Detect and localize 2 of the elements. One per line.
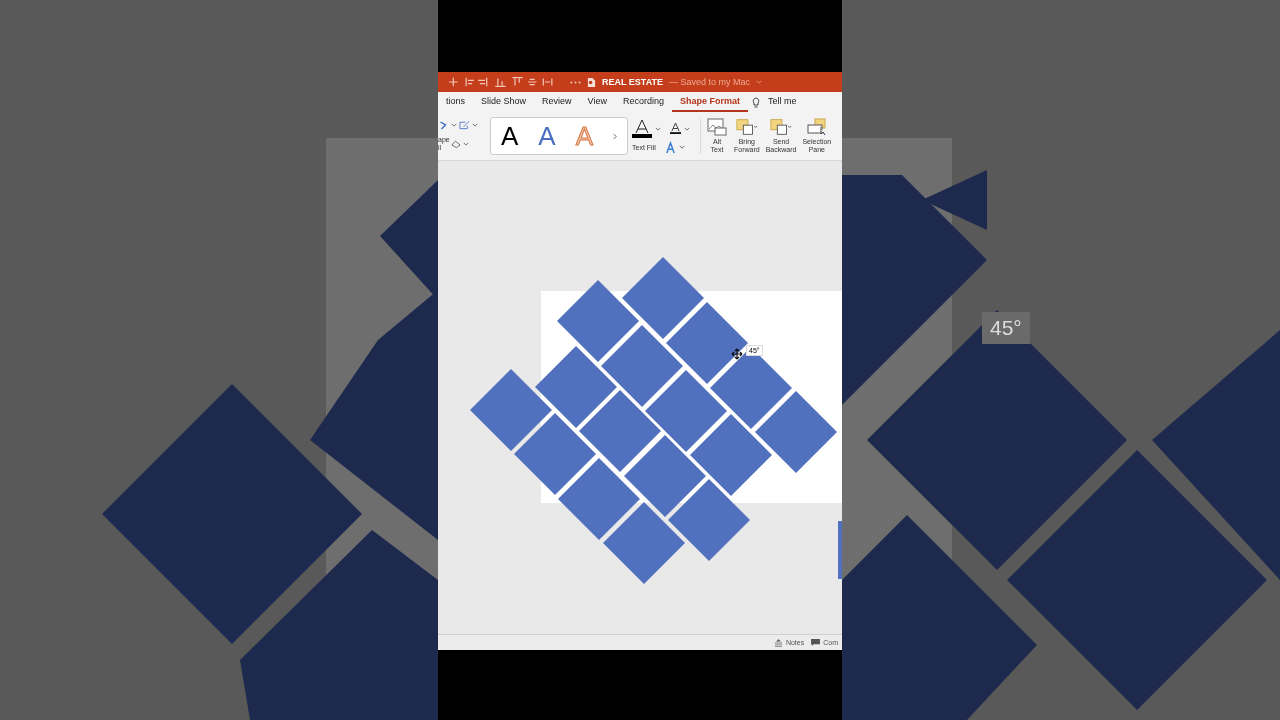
rotation-tooltip: 45° — [982, 312, 1030, 344]
window-title: REAL ESTATE — [602, 77, 663, 87]
